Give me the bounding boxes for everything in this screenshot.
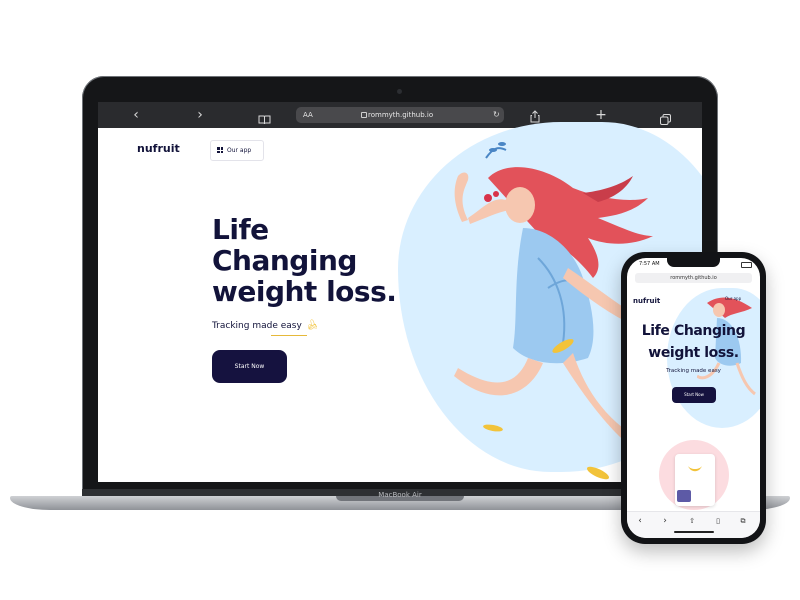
phone-browser-toolbar: ‹ › ⇧ ▯ ⧉ <box>627 511 760 538</box>
chevron-left-icon[interactable]: ‹ <box>632 512 648 530</box>
phone-start-now-button[interactable]: Start Now <box>672 387 716 403</box>
url-text[interactable]: rommyth.github.io <box>368 107 433 123</box>
lock-icon <box>361 112 367 118</box>
tabs-icon[interactable]: ⧉ <box>735 512 751 530</box>
book-icon[interactable] <box>258 110 271 129</box>
phone-notch <box>667 258 720 267</box>
chevron-right-icon[interactable]: › <box>190 102 210 128</box>
text-size-button[interactable]: AA <box>303 107 313 123</box>
grid-icon <box>217 147 223 153</box>
home-indicator <box>674 531 714 533</box>
phone-url-text[interactable]: rommyth.github.io <box>635 273 752 283</box>
chevron-left-icon[interactable]: ‹ <box>126 102 146 128</box>
phone-address-bar[interactable]: rommyth.github.io <box>635 273 752 283</box>
banana-icon: 🍌︎ <box>306 320 319 331</box>
chevron-right-icon[interactable]: › <box>657 512 673 530</box>
banana-icon <box>688 466 702 472</box>
share-icon[interactable]: ⇧ <box>684 512 700 530</box>
hero-heading: Life Changing weight loss. <box>212 214 452 307</box>
start-now-button[interactable]: Start Now <box>212 350 287 383</box>
phone-our-app-button[interactable]: Our app <box>725 296 741 301</box>
phone-screen: 7:57 AM rommyth.github.io nufruit Our ap… <box>627 258 760 538</box>
our-app-label: Our app <box>227 147 252 154</box>
laptop-screen: ‹ › AA rommyth.github.io ↻ + nufruit Our… <box>98 102 702 482</box>
phone-hero-line-1: Life Changing <box>641 323 746 339</box>
our-app-button[interactable]: Our app <box>210 140 264 161</box>
hero-line-2: Changing <box>212 244 357 277</box>
app-preview-badge <box>677 490 691 502</box>
phone-status-bar: 7:57 AM <box>627 258 760 272</box>
hero-subtitle: Tracking made easy <box>212 321 302 331</box>
subtitle-underline <box>271 335 307 336</box>
status-time: 7:57 AM <box>639 261 660 267</box>
reload-icon[interactable]: ↻ <box>493 107 500 123</box>
book-icon[interactable]: ▯ <box>710 512 726 530</box>
site-logo[interactable]: nufruit <box>137 142 180 155</box>
battery-icon <box>741 262 752 268</box>
phone-hero-subtitle: Tracking made easy <box>666 368 721 374</box>
phone-site-logo[interactable]: nufruit <box>633 297 660 305</box>
phone-hero-line-2: weight loss. <box>648 345 739 361</box>
camera <box>397 89 402 94</box>
hero-line-1: Life <box>212 213 269 246</box>
phone-hero-heading: Life Changing weight loss. <box>627 320 760 364</box>
hero-line-3: weight loss. <box>212 275 397 308</box>
tabs-icon[interactable] <box>660 110 671 129</box>
